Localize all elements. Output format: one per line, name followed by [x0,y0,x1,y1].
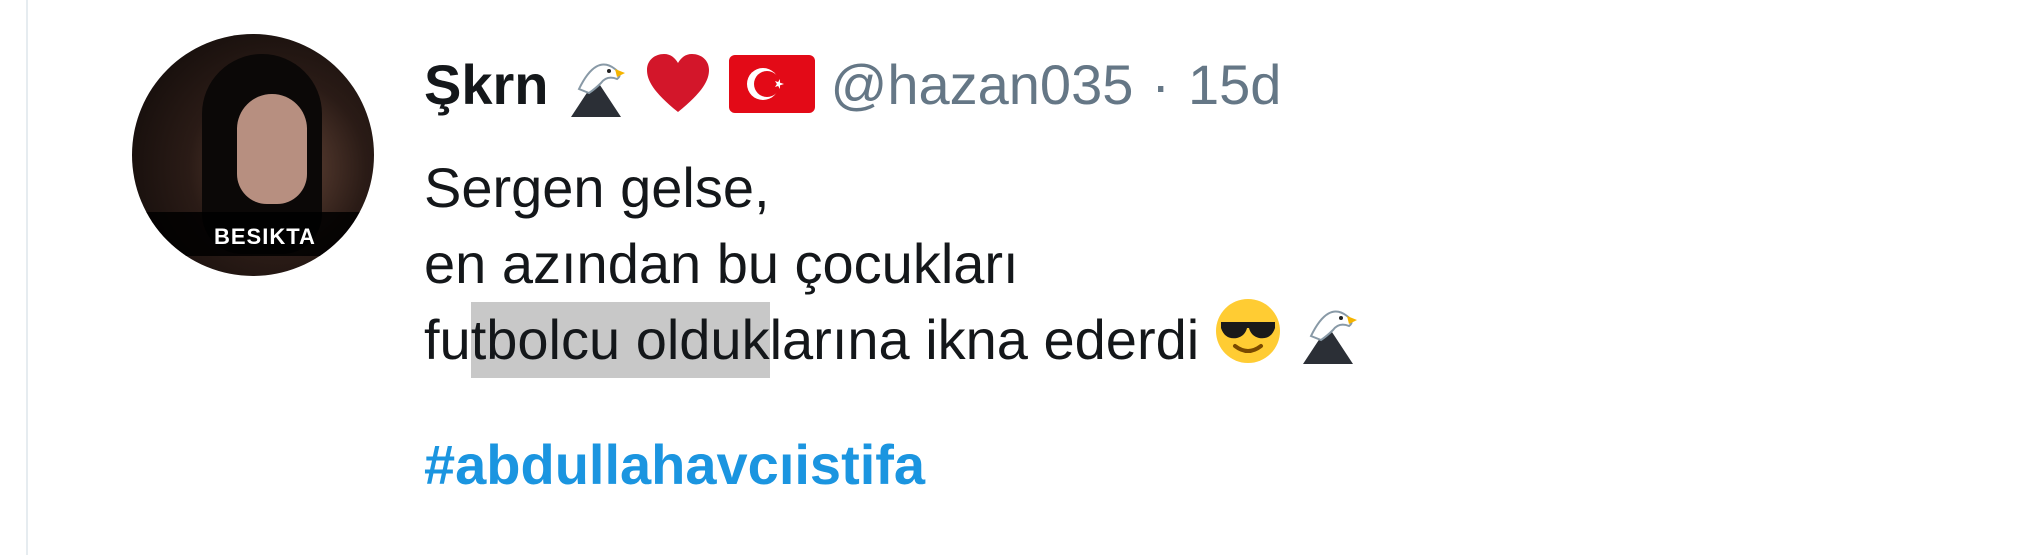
tweet-text: Sergen gelse, en azından bu çocukları fu… [424,150,1359,378]
sunglasses-face-icon [1213,296,1283,385]
tweet-line-3-post: larına ikna ederdi [769,308,1200,371]
turkey-flag-icon [728,55,815,113]
tweet-line-1: Sergen gelse, [424,156,770,219]
eagle-icon [565,49,627,119]
selected-text-highlight: tbolcu olduk [470,302,770,378]
tweet-line-3-pre: fu [424,308,471,371]
tweet-line-2: en azından bu çocukları [424,232,1019,295]
user-handle[interactable]: @hazan035 [831,52,1134,117]
red-heart-icon [643,52,713,116]
avatar-face [237,94,307,204]
avatar[interactable]: BESIKTA [132,34,374,276]
eagle-icon [1297,296,1359,385]
tweet-header: Şkrn @hazan035 · 15d [424,44,1281,124]
avatar-overlay-text: BESIKTA [214,224,316,249]
meta-separator: · [1151,52,1171,116]
tweet-line-3: fu tbolcu olduk larına ikna ederdi [424,298,1359,378]
hashtag-link[interactable]: #abdullahavcıistifa [424,432,925,497]
tweet-card[interactable]: BESIKTA Şkrn @hazan035 · 15d Sergen gels… [26,0,2034,555]
tweet-timestamp[interactable]: 15d [1188,52,1281,117]
display-name[interactable]: Şkrn [424,52,549,117]
